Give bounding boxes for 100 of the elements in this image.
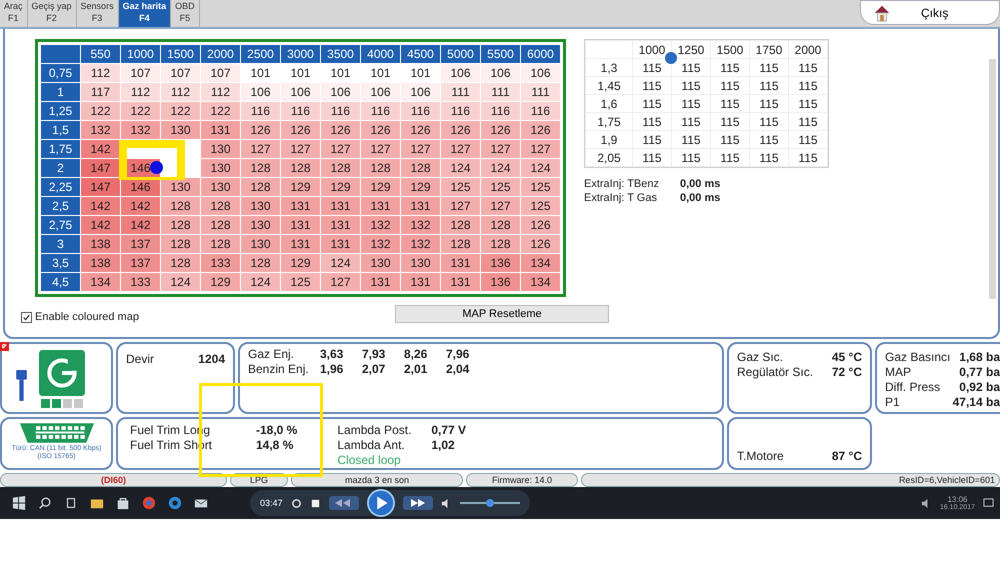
table-cell: 122: [120, 102, 160, 120]
table-cell: 147: [80, 178, 120, 196]
table-cell: 116: [400, 102, 440, 120]
table-cell: 115: [710, 148, 750, 166]
search-icon[interactable]: [38, 496, 52, 510]
tab[interactable]: Geçiş yap F2: [28, 0, 77, 27]
table-cell: 128: [280, 158, 320, 178]
column-header: 5000: [440, 44, 480, 64]
browser-icon[interactable]: [142, 496, 156, 510]
table-cell: 128: [480, 216, 520, 234]
table-cell: 131: [400, 272, 440, 292]
temperature-value: 45 °C: [832, 350, 862, 365]
extra-injection-label: ExtraInj: TBenz: [584, 178, 660, 190]
table-cell: 128: [160, 196, 200, 216]
table-cell: 122: [200, 102, 240, 120]
checkbox-label[interactable]: Enable coloured map: [35, 311, 139, 323]
table-cell: 106: [480, 64, 520, 82]
table-cell: 112: [160, 82, 200, 102]
table-cell: 127: [440, 140, 480, 158]
row-header: 1,3: [586, 58, 632, 76]
lambda-value: 1,02: [431, 438, 455, 453]
pressure-value: 0,92 ba: [959, 380, 1000, 395]
obd-connector-icon: [18, 421, 96, 445]
bag-icon[interactable]: [116, 496, 130, 510]
table-cell: 115: [750, 148, 788, 166]
table-cell: 107: [160, 64, 200, 82]
pressure-value: 0,77 ba: [959, 365, 1000, 380]
table-cell: 116: [280, 102, 320, 120]
scrollbar[interactable]: [989, 59, 996, 299]
table-cell: 127: [280, 140, 320, 158]
table-cell: 106: [320, 82, 360, 102]
table-cell: 128: [320, 158, 360, 178]
table-cell: 131: [440, 272, 480, 292]
table-cell: 124: [520, 158, 560, 178]
table-cell: 131: [360, 272, 400, 292]
table-cell: 128: [400, 158, 440, 178]
table-cell: 128: [160, 234, 200, 254]
table-cell: 134: [520, 254, 560, 272]
table-cell: 115: [788, 76, 828, 94]
mail-icon[interactable]: [194, 496, 208, 510]
exit-button[interactable]: Çıkış: [860, 0, 1000, 25]
table-cell: 128: [200, 196, 240, 216]
checkbox[interactable]: [21, 312, 32, 322]
table-cell: 132: [400, 234, 440, 254]
table-cell: 115: [788, 112, 828, 130]
table-cell: 127: [400, 140, 440, 158]
tab[interactable]: OBD F5: [171, 0, 200, 27]
injection-value: 7,96: [446, 347, 470, 362]
table-cell: 107: [200, 64, 240, 82]
windows-start-icon[interactable]: [12, 496, 26, 510]
table-cell: 130: [160, 120, 200, 140]
map-reset-button[interactable]: MAP Resetleme: [394, 305, 609, 323]
column-header: 3000: [280, 44, 320, 64]
checkmark-icon: [22, 312, 31, 322]
injection-value: 2,04: [446, 362, 470, 377]
table-cell: 122: [80, 102, 120, 120]
table-cell: 115: [710, 94, 750, 112]
pressure-value: 47,14 ba: [952, 395, 1000, 410]
row-header: 1,75: [40, 140, 80, 158]
next-icon[interactable]: [402, 496, 433, 510]
table-cell: 125: [440, 178, 480, 196]
row-header: 1,25: [40, 102, 80, 120]
table-cell: 127: [360, 140, 400, 158]
table-cell: 115: [632, 130, 672, 148]
table-cell: 115: [710, 112, 750, 130]
table-cell: 128: [200, 216, 240, 234]
cursor-dot-icon: [150, 161, 163, 174]
lambda-value: 0,77 V: [431, 423, 466, 438]
table-cell: 115: [750, 112, 788, 130]
table-cell: 133: [200, 254, 240, 272]
table-cell: 132: [80, 120, 120, 140]
table-cell: 124: [480, 158, 520, 178]
fuel-trim-value: -18,0 %: [256, 423, 298, 438]
table-cell: 142: [120, 196, 160, 216]
table-cell: 137: [120, 254, 160, 272]
table-cell: 126: [520, 120, 560, 140]
table-cell: 129: [200, 272, 240, 292]
table-cell: 129: [280, 254, 320, 272]
play-icon[interactable]: [366, 489, 395, 517]
table-cell: 115: [632, 94, 672, 112]
table-cell: 122: [160, 102, 200, 120]
table-cell: 124: [440, 158, 480, 178]
task-view-icon[interactable]: [64, 496, 78, 510]
row-header: 1,5: [40, 120, 80, 140]
repeat-icon[interactable]: [290, 498, 302, 508]
table-cell: 142: [120, 216, 160, 234]
tab[interactable]: Gaz harita F4: [118, 0, 172, 27]
column-header: 2500: [240, 44, 280, 64]
browser-icon[interactable]: [168, 496, 182, 510]
row-header: 3: [40, 234, 80, 254]
stop-icon[interactable]: [310, 498, 321, 508]
tab[interactable]: Araç F1: [0, 0, 28, 27]
table-cell: 131: [320, 216, 360, 234]
table-cell: 128: [360, 158, 400, 178]
table-cell: 132: [360, 234, 400, 254]
previous-icon[interactable]: [328, 496, 359, 510]
table-cell: 130: [200, 158, 240, 178]
table-cell: 138: [80, 254, 120, 272]
table-cell: 127: [440, 196, 480, 216]
notification-icon[interactable]: [983, 498, 994, 508]
